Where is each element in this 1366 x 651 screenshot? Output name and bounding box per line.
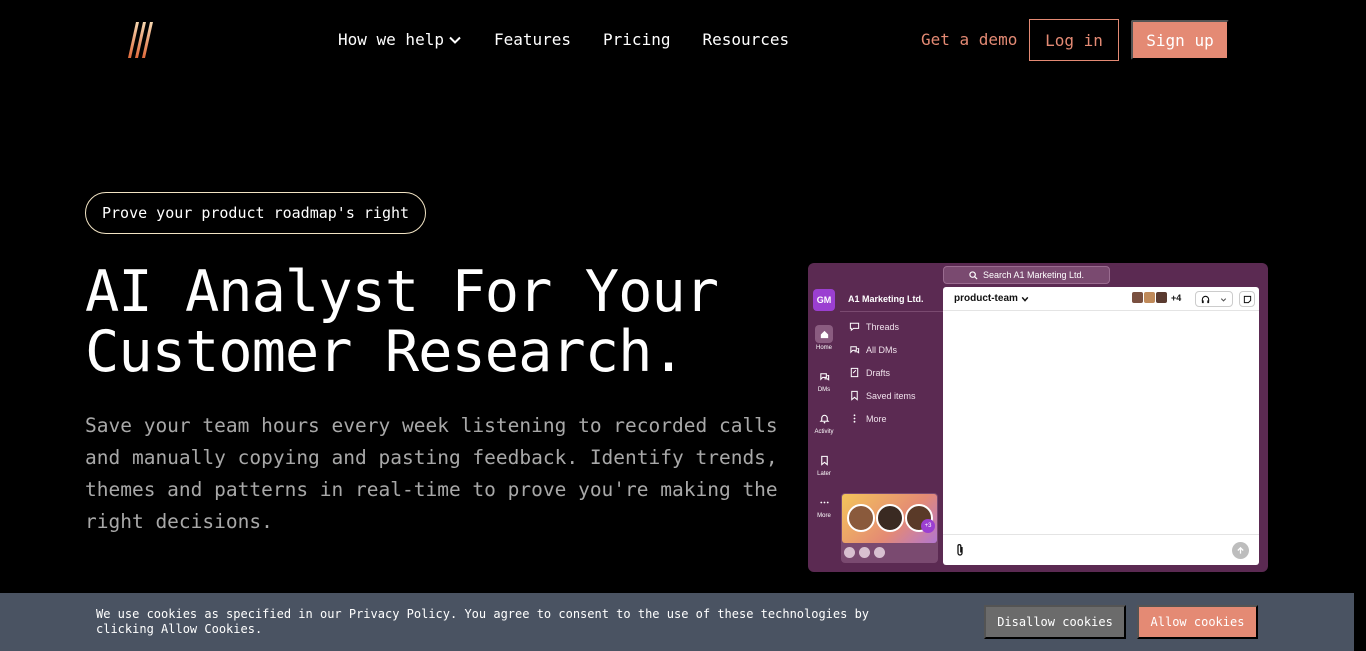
chevron-down-icon <box>1220 297 1226 302</box>
rail-item-dms: DMs <box>808 367 840 393</box>
rail-item-home: Home <box>808 325 840 351</box>
brand-logo[interactable] <box>118 18 162 62</box>
hero-headline-line-1: AI Analyst For Your <box>85 259 719 325</box>
sidebar-item-threads-label: Threads <box>866 321 900 332</box>
avatar <box>847 504 875 532</box>
cookie-banner: We use cookies as specified in our Priva… <box>0 593 1354 651</box>
login-button[interactable]: Log in <box>1029 19 1119 61</box>
disallow-cookies-button[interactable]: Disallow cookies <box>984 605 1126 639</box>
workspace-name: A1 Marketing Ltd. <box>848 294 924 304</box>
channel-header-divider <box>943 310 1259 311</box>
chevron-down-icon <box>1021 296 1029 302</box>
avatar <box>1132 292 1143 303</box>
bell-icon <box>819 414 829 423</box>
mockup-rail: GM Home DMs Activity Later More <box>808 287 840 572</box>
paperclip-icon <box>957 544 963 556</box>
camera-icon <box>859 547 870 558</box>
workspace-badge: GM <box>813 289 835 311</box>
nav-resources[interactable]: Resources <box>702 30 789 50</box>
mockup-search-text: Search A1 Marketing Ltd. <box>982 270 1085 280</box>
hero-subtext: Save your team hours every week listenin… <box>85 414 778 533</box>
threads-icon <box>849 322 860 332</box>
mockup-search-bar: Search A1 Marketing Ltd. <box>943 266 1110 284</box>
allow-cookies-button[interactable]: Allow cookies <box>1137 605 1258 639</box>
screen-share-icon <box>874 547 885 558</box>
avatar <box>1156 292 1167 303</box>
rail-item-activity-label: Activity <box>814 429 834 435</box>
rail-item-dms-label: DMs <box>817 387 831 393</box>
huddle-control <box>1195 291 1233 307</box>
nav-features[interactable]: Features <box>494 30 571 50</box>
hero-headline-line-2: Customer Research. <box>85 319 686 385</box>
chat-bubbles-icon <box>850 346 860 354</box>
rail-item-activity: Activity <box>808 409 840 435</box>
sidebar-item-more-label: More <box>866 413 887 424</box>
app-mockup-image: Search A1 Marketing Ltd. GM Home DMs Act… <box>808 263 1268 572</box>
bookmark-icon <box>820 455 828 466</box>
signup-button[interactable]: Sign up <box>1131 20 1229 60</box>
more-horizontal-icon <box>819 501 829 503</box>
rail-item-later-label: Later <box>817 471 831 477</box>
message-composer <box>943 534 1259 565</box>
rail-item-more: More <box>808 493 840 519</box>
nav-how-we-help[interactable]: How we help <box>338 30 462 50</box>
main-nav: How we help Features Pricing Resources <box>338 30 789 50</box>
mic-icon <box>844 547 855 558</box>
sidebar-item-threads: Threads <box>849 321 899 332</box>
channel-members: +4 <box>1132 292 1181 303</box>
hero-headline: AI Analyst For Your Customer Research. <box>85 262 805 382</box>
nav-how-we-help-label: How we help <box>338 30 444 49</box>
sidebar-item-drafts: Drafts <box>849 367 890 378</box>
channel-header: product-team <box>954 293 1029 304</box>
rail-item-home-label: Home <box>815 345 832 351</box>
huddle-video: +3 <box>842 494 937 543</box>
huddle-extra-count: +3 <box>921 519 935 533</box>
avatar <box>1144 292 1155 303</box>
canvas-control <box>1239 291 1255 307</box>
rail-item-later: Later <box>808 451 840 477</box>
rail-item-more-label: More <box>817 513 831 519</box>
canvas-icon <box>1243 295 1251 303</box>
cookie-text: We use cookies as specified in our Priva… <box>96 607 870 636</box>
bookmark-icon <box>851 390 858 401</box>
mockup-channel-pane: product-team +4 <box>943 287 1259 565</box>
sidebar-item-all-dms-label: All DMs <box>866 344 897 355</box>
search-icon <box>969 270 978 280</box>
sidebar-item-all-dms: All DMs <box>849 344 897 355</box>
draft-icon <box>850 367 859 378</box>
sidebar-item-saved-items: Saved items <box>849 390 916 401</box>
sidebar-divider <box>840 311 943 312</box>
avatar <box>876 504 904 532</box>
sidebar-item-saved-items-label: Saved items <box>866 390 916 401</box>
get-demo-link[interactable]: Get a demo <box>921 30 1017 50</box>
hero-tagline-pill: Prove your product roadmap's right <box>85 192 427 234</box>
more-vertical-icon <box>853 414 856 423</box>
scrollbar[interactable] <box>1354 593 1366 651</box>
sidebar-item-more: More <box>849 413 887 424</box>
headphones-icon <box>1201 295 1209 303</box>
nav-pricing[interactable]: Pricing <box>603 30 670 50</box>
sidebar-item-drafts-label: Drafts <box>866 367 891 378</box>
home-icon <box>820 330 828 338</box>
member-count: +4 <box>1171 292 1182 303</box>
channel-name: product-team <box>954 293 1018 304</box>
huddle-card: +3 <box>841 493 938 563</box>
send-icon <box>1232 542 1249 559</box>
chat-bubbles-icon <box>819 372 829 381</box>
chevron-down-icon <box>449 36 461 44</box>
